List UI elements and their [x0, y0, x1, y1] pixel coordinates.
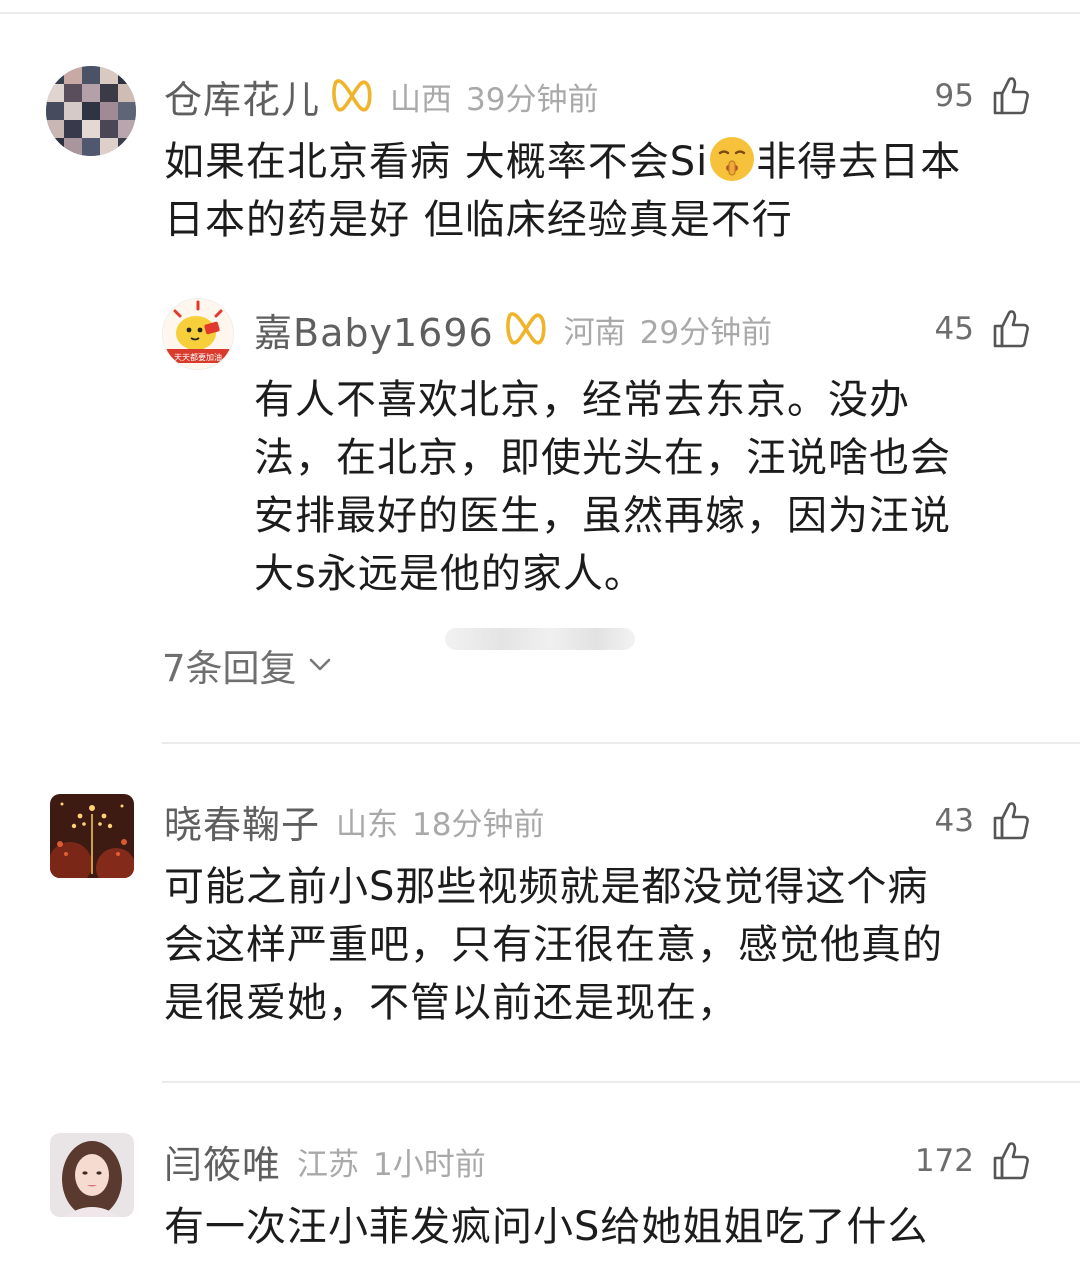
- text-line: 大s永远是他的家人。: [254, 551, 645, 597]
- comment-text: 有一次汪小菲发疯问小S给她姐姐吃了什么: [164, 1198, 1044, 1256]
- svg-text:天天都要加油: 天天都要加油: [174, 352, 222, 362]
- text-line: 有人不喜欢北京，经常去东京。没办: [254, 377, 910, 423]
- text-line: 日本的药是好 但临床经验真是不行: [164, 197, 793, 243]
- vip-badge-icon: [504, 311, 548, 347]
- username[interactable]: 晓春鞠子: [164, 794, 320, 849]
- reply-avatar[interactable]: 天天都要加油: [162, 298, 234, 370]
- text-line: 有一次汪小菲发疯问小S给她姐姐吃了什么: [164, 1204, 929, 1250]
- location: 山东: [336, 806, 399, 843]
- timestamp: 18分钟前: [412, 806, 545, 843]
- yellow-cartoon-avatar-image: 天天都要加油: [163, 299, 233, 369]
- shushing-face-emoji: [710, 137, 755, 181]
- reply-like-button[interactable]: 45: [935, 301, 1030, 357]
- replies-count-label: 7条回复: [162, 647, 297, 690]
- thumbs-up-icon[interactable]: [992, 309, 1030, 349]
- reply-text: 有人不喜欢北京，经常去东京。没办 法，在北京，即使光头在，汪说啥也会 安排最好的…: [254, 371, 1044, 603]
- location: 江苏: [297, 1146, 360, 1183]
- vip-badge-icon: [330, 78, 374, 114]
- text-line: 如果在北京看病 大概率不会Si 非得去日本: [164, 133, 1044, 191]
- view-replies-button[interactable]: 7条回复: [162, 638, 331, 692]
- blurred-content: [445, 628, 635, 650]
- text-line: 会这样严重吧，只有汪很在意，感觉他真的: [164, 922, 943, 968]
- comment-header: 闫筱唯 江苏 1小时前: [164, 1133, 486, 1189]
- thumbs-up-icon[interactable]: [992, 76, 1030, 116]
- thumbs-up-icon[interactable]: [992, 1141, 1030, 1181]
- like-count: 45: [934, 311, 974, 347]
- top-divider: [0, 12, 1080, 14]
- collage-avatar-image: [46, 66, 136, 156]
- avatar[interactable]: [46, 66, 136, 156]
- comment-text: 可能之前小S那些视频就是都没觉得这个病 会这样严重吧，只有汪很在意，感觉他真的 …: [164, 858, 1044, 1032]
- text-line: 可能之前小S那些视频就是都没觉得这个病: [164, 864, 929, 910]
- like-button[interactable]: 43: [935, 793, 1030, 849]
- avatar[interactable]: [50, 794, 134, 878]
- avatar[interactable]: [50, 1133, 134, 1217]
- comment-divider: [162, 742, 1080, 744]
- reply-location: 河南: [563, 314, 626, 351]
- chevron-down-icon: [309, 658, 331, 672]
- reply-username[interactable]: 嘉Baby1696: [254, 302, 494, 357]
- username[interactable]: 仓库花儿: [164, 69, 320, 124]
- timestamp: 1小时前: [373, 1146, 486, 1183]
- text-line: 是很爱她，不管以前还是现在，: [164, 980, 738, 1026]
- festive-lights-avatar-image: [50, 794, 134, 878]
- thumbs-up-icon[interactable]: [992, 801, 1030, 841]
- like-count: 95: [934, 78, 974, 114]
- comment-text: 如果在北京看病 大概率不会Si 非得去日本 日本的药是好 但临床经验真是不行: [164, 133, 1044, 249]
- comment-header: 晓春鞠子 山东 18分钟前: [164, 793, 544, 849]
- reply-timestamp: 29分钟前: [639, 314, 773, 351]
- comment-header: 仓库花儿 山西 39分钟前: [164, 68, 598, 124]
- like-count: 172: [914, 1143, 974, 1179]
- username[interactable]: 闫筱唯: [164, 1134, 281, 1189]
- like-button[interactable]: 95: [935, 68, 1030, 124]
- text-line: 安排最好的医生，虽然再嫁，因为汪说: [254, 493, 951, 539]
- comment-divider: [162, 1081, 1080, 1083]
- text-line: 法，在北京，即使光头在，汪说啥也会: [254, 435, 951, 481]
- like-count: 43: [934, 803, 974, 839]
- location: 山西: [390, 81, 453, 118]
- woman-portrait-avatar-image: [50, 1133, 134, 1217]
- like-button[interactable]: 172: [915, 1133, 1030, 1189]
- timestamp: 39分钟前: [466, 81, 599, 118]
- reply-header: 嘉Baby1696 河南 29分钟前: [254, 301, 772, 357]
